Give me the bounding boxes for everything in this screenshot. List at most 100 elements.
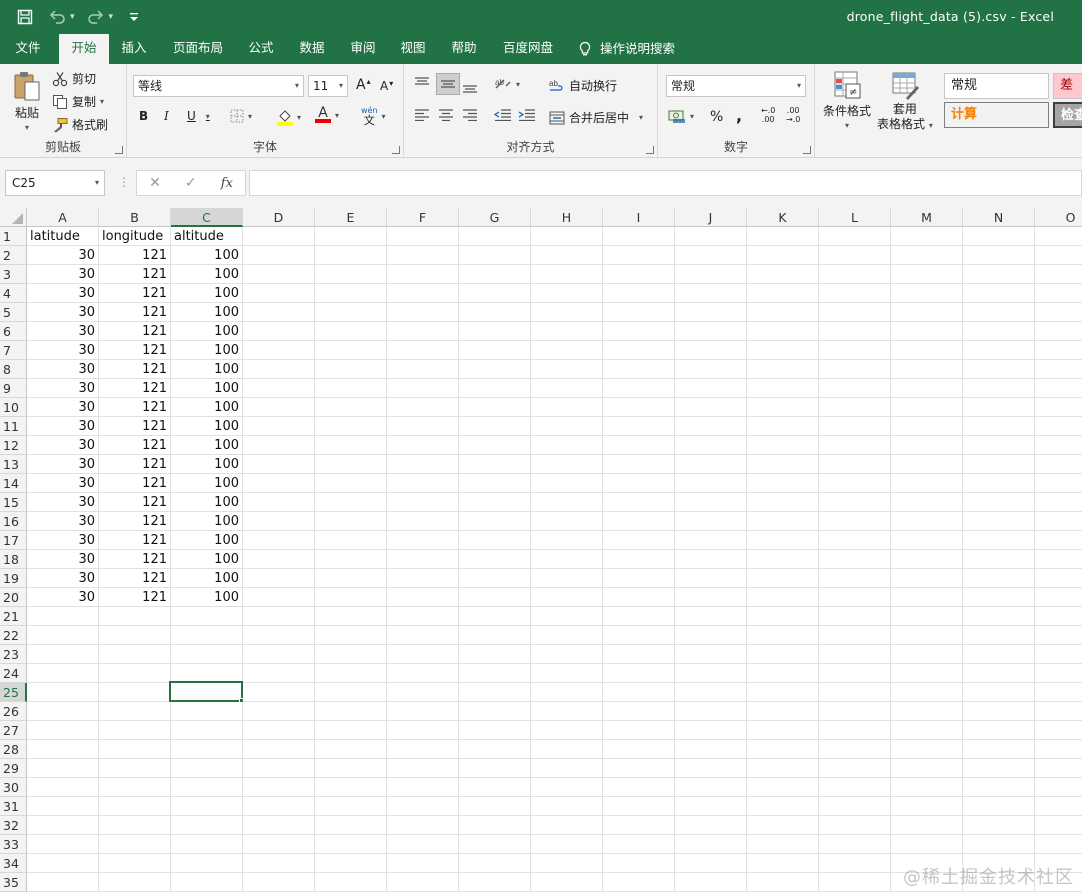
- paste-button[interactable]: 粘贴 ▾: [12, 70, 42, 132]
- cell-b18[interactable]: 121: [99, 550, 170, 569]
- tab-help[interactable]: 帮助: [442, 34, 486, 64]
- increase-decimal-button[interactable]: ←.0 .00: [761, 106, 775, 124]
- font-launcher-icon[interactable]: [392, 146, 400, 154]
- redo-icon[interactable]: [85, 6, 107, 28]
- paste-dropdown-icon[interactable]: ▾: [25, 123, 29, 132]
- cell-b15[interactable]: 121: [99, 493, 170, 512]
- cell-a2[interactable]: 30: [27, 246, 98, 265]
- cell-a1[interactable]: latitude: [27, 227, 98, 246]
- bold-button[interactable]: B: [139, 109, 148, 123]
- cell-b16[interactable]: 121: [99, 512, 170, 531]
- cell-a5[interactable]: 30: [27, 303, 98, 322]
- cut-button[interactable]: 剪切: [52, 70, 96, 87]
- formula-bar-splitter[interactable]: ⋮: [118, 175, 130, 189]
- tab-baidu-netdisk[interactable]: 百度网盘: [496, 34, 560, 64]
- cell-a13[interactable]: 30: [27, 455, 98, 474]
- tab-home[interactable]: 开始: [59, 34, 109, 64]
- align-right-button[interactable]: [462, 109, 478, 121]
- cell-c11[interactable]: 100: [171, 417, 242, 436]
- align-left-button[interactable]: [414, 109, 430, 121]
- row-header-8[interactable]: 8: [0, 360, 27, 379]
- confirm-entry-icon[interactable]: ✓: [185, 175, 197, 191]
- row-header-25[interactable]: 25: [0, 683, 27, 702]
- cell-b4[interactable]: 121: [99, 284, 170, 303]
- font-name-select[interactable]: 等线 ▾: [133, 75, 304, 97]
- row-header-26[interactable]: 26: [0, 702, 27, 721]
- cell-c14[interactable]: 100: [171, 474, 242, 493]
- row-header-20[interactable]: 20: [0, 588, 27, 607]
- name-box[interactable]: C25 ▾: [5, 170, 105, 196]
- tab-file[interactable]: 文件: [6, 34, 50, 64]
- cell-a11[interactable]: 30: [27, 417, 98, 436]
- row-header-29[interactable]: 29: [0, 759, 27, 778]
- cell-c3[interactable]: 100: [171, 265, 242, 284]
- cancel-entry-icon[interactable]: ✕: [149, 175, 161, 191]
- row-header-17[interactable]: 17: [0, 531, 27, 550]
- alignment-launcher-icon[interactable]: [646, 146, 654, 154]
- format-painter-button[interactable]: 格式刷: [52, 116, 108, 133]
- cell-c5[interactable]: 100: [171, 303, 242, 322]
- clipboard-launcher-icon[interactable]: [115, 146, 123, 154]
- align-middle-button[interactable]: [436, 73, 460, 95]
- style-calculation[interactable]: 计算: [944, 102, 1049, 128]
- tab-page-layout[interactable]: 页面布局: [166, 34, 230, 64]
- tab-review[interactable]: 审阅: [341, 34, 385, 64]
- row-header-5[interactable]: 5: [0, 303, 27, 322]
- cell-c17[interactable]: 100: [171, 531, 242, 550]
- cell-c2[interactable]: 100: [171, 246, 242, 265]
- conditional-formatting-dropdown-icon[interactable]: ▾: [845, 121, 849, 130]
- underline-button[interactable]: U ▾: [187, 109, 210, 123]
- align-top-button[interactable]: [414, 76, 430, 90]
- cell-c16[interactable]: 100: [171, 512, 242, 531]
- copy-button[interactable]: 复制 ▾: [52, 93, 104, 110]
- cell-c9[interactable]: 100: [171, 379, 242, 398]
- column-header-a[interactable]: A: [27, 208, 99, 227]
- align-center-button[interactable]: [438, 109, 454, 121]
- style-bad[interactable]: 差: [1053, 73, 1082, 99]
- row-header-16[interactable]: 16: [0, 512, 27, 531]
- cell-b5[interactable]: 121: [99, 303, 170, 322]
- font-size-select[interactable]: 11 ▾: [308, 75, 348, 97]
- cell-c8[interactable]: 100: [171, 360, 242, 379]
- cell-c10[interactable]: 100: [171, 398, 242, 417]
- cell-a20[interactable]: 30: [27, 588, 98, 607]
- font-color-button[interactable]: A ▾: [315, 106, 339, 123]
- select-all-corner[interactable]: [0, 208, 27, 227]
- column-header-h[interactable]: H: [531, 208, 603, 227]
- cell-b8[interactable]: 121: [99, 360, 170, 379]
- cell-b19[interactable]: 121: [99, 569, 170, 588]
- copy-dropdown-icon[interactable]: ▾: [100, 97, 104, 106]
- row-header-31[interactable]: 31: [0, 797, 27, 816]
- formula-input[interactable]: [249, 170, 1082, 196]
- column-header-f[interactable]: F: [387, 208, 459, 227]
- decrease-indent-button[interactable]: [494, 109, 512, 121]
- conditional-formatting-button[interactable]: ≠ 条件格式 ▾: [823, 70, 871, 130]
- row-header-4[interactable]: 4: [0, 284, 27, 303]
- tab-data[interactable]: 数据: [290, 34, 334, 64]
- cell-c4[interactable]: 100: [171, 284, 242, 303]
- borders-button[interactable]: ▾: [230, 109, 252, 123]
- row-header-12[interactable]: 12: [0, 436, 27, 455]
- grow-font-button[interactable]: A ▴: [356, 77, 371, 94]
- tab-formulas[interactable]: 公式: [240, 34, 282, 64]
- cell-a18[interactable]: 30: [27, 550, 98, 569]
- row-header-33[interactable]: 33: [0, 835, 27, 854]
- cell-b13[interactable]: 121: [99, 455, 170, 474]
- fill-color-button[interactable]: ▾: [277, 108, 301, 126]
- increase-indent-button[interactable]: [518, 109, 536, 121]
- comma-button[interactable]: ,: [736, 106, 742, 125]
- column-header-b[interactable]: B: [99, 208, 171, 227]
- cell-b14[interactable]: 121: [99, 474, 170, 493]
- row-header-13[interactable]: 13: [0, 455, 27, 474]
- style-check[interactable]: 检查: [1053, 102, 1082, 128]
- row-header-3[interactable]: 3: [0, 265, 27, 284]
- column-header-o[interactable]: O: [1035, 208, 1082, 227]
- percent-button[interactable]: %: [710, 109, 723, 125]
- row-header-23[interactable]: 23: [0, 645, 27, 664]
- column-header-d[interactable]: D: [243, 208, 315, 227]
- format-as-table-dropdown-icon[interactable]: ▾: [929, 121, 933, 130]
- row-header-27[interactable]: 27: [0, 721, 27, 740]
- phonetic-dropdown-icon[interactable]: ▾: [382, 112, 386, 121]
- row-header-10[interactable]: 10: [0, 398, 27, 417]
- fill-handle[interactable]: [239, 698, 244, 703]
